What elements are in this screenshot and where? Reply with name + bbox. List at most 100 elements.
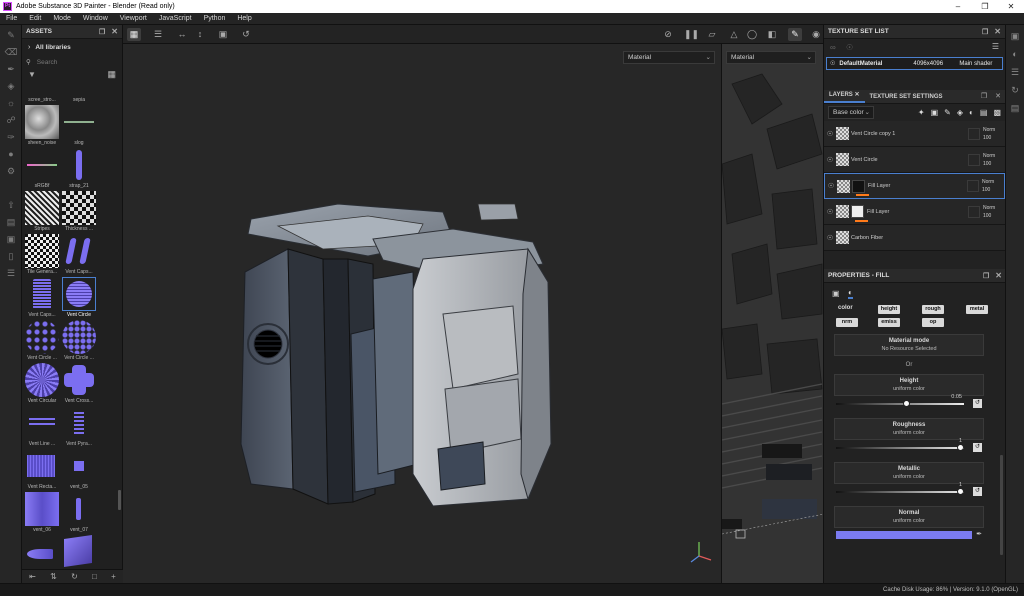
float-icon[interactable]: ❐ [982,28,988,36]
asset-thumb[interactable] [62,148,96,182]
material-mode-box[interactable]: Material mode No Resource Selected [834,334,984,356]
reset-icon[interactable]: ↺ [973,399,982,408]
cube-icon[interactable]: △ [727,28,741,41]
layers-icon[interactable]: ☰ [1008,65,1022,79]
document-icon[interactable]: ▯ [3,249,19,263]
shader-settings-icon[interactable]: ▣ [3,232,19,246]
add-paint-layer-icon[interactable]: ✎ [944,108,951,117]
history-icon[interactable]: ↺ [239,28,253,41]
channel-op[interactable]: op [922,318,944,327]
material-tab-icon[interactable]: ▣ [832,289,840,298]
camera-mode-icon[interactable]: ◯ [745,28,759,41]
slider-knob[interactable] [957,488,964,495]
asset-thumb[interactable] [25,449,59,483]
eye-icon[interactable]: ☉ [824,208,836,216]
new-folder-icon[interactable]: □ [92,572,97,581]
channel-metal[interactable]: metal [966,305,988,314]
channel-dropdown[interactable]: Base color ⌄ [828,106,874,119]
search-input[interactable]: Search [37,59,58,66]
metallic-slider[interactable]: 1 ↺ [834,482,984,498]
pause-icon[interactable]: ❚❚ [684,28,699,41]
display-settings-icon[interactable]: ▤ [3,215,19,229]
asset-thumb[interactable] [62,406,96,440]
mask-slot[interactable] [968,205,980,218]
channel-rough[interactable]: rough [922,305,944,314]
menu-javascript[interactable]: JavaScript [153,15,198,22]
link-icon[interactable]: ∞ [830,43,836,52]
display-icon[interactable]: ▤ [1008,101,1022,115]
menu-viewport[interactable]: Viewport [114,15,153,22]
import-icon[interactable]: ⇤ [29,572,36,581]
close-icon[interactable]: ✕ [998,0,1024,13]
close-panel-icon[interactable]: ✕ [991,92,1005,103]
menu-window[interactable]: Window [77,15,114,22]
asset-thumb-selected[interactable] [62,277,96,311]
float-icon[interactable]: ❐ [99,28,105,36]
mirror-y-icon[interactable]: ↕ [193,28,207,41]
filter-icon[interactable]: ▼ [28,70,36,79]
tab-texture-set-settings[interactable]: TEXTURE SET SETTINGS [865,94,948,103]
channel-emiss[interactable]: emiss [878,318,900,327]
float-icon[interactable]: ❐ [983,272,989,280]
bake-icon[interactable]: ⚙ [3,164,19,178]
asset-thumb[interactable] [62,320,96,354]
eye-icon[interactable]: ☉ [830,60,835,67]
refresh-icon[interactable]: ↻ [71,572,78,581]
assets-search[interactable]: ⚲ Search [26,55,118,69]
asset-thumb[interactable] [62,234,96,268]
height-box[interactable]: Height uniform color [834,374,984,396]
blend-control[interactable]: Norm 100 [982,178,1004,194]
eye-icon[interactable]: ☉ [825,182,837,190]
asset-thumb[interactable] [25,406,59,440]
close-tab-icon[interactable]: ✕ [854,92,859,98]
grid-view-icon[interactable]: ▦ [107,69,116,80]
asset-thumb[interactable] [25,363,59,397]
material-picker-icon[interactable]: ● [3,147,19,161]
properties-scrollbar[interactable] [1000,455,1003,555]
eye-icon[interactable]: ☉ [824,130,836,138]
mirror-x-icon[interactable]: ↔ [175,28,189,41]
menu-help[interactable]: Help [231,15,257,22]
asset-thumb[interactable] [62,363,96,397]
layers-stack-icon[interactable]: ☰ [3,266,19,280]
menu-mode[interactable]: Mode [47,15,77,22]
channel-nrm[interactable]: nrm [836,318,858,327]
export-icon[interactable]: ⇧ [3,198,19,212]
asset-thumb[interactable] [25,234,59,268]
metallic-box[interactable]: Metallic uniform color [834,462,984,484]
history-icon[interactable]: ↻ [1008,83,1022,97]
menu-edit[interactable]: Edit [23,15,47,22]
asset-thumb[interactable] [25,191,59,225]
color-picker-icon[interactable]: ✑ [3,130,19,144]
asset-thumb[interactable] [25,148,59,182]
eye-icon[interactable]: ☉ [824,234,836,242]
fit-view-icon[interactable]: ▣ [216,28,230,41]
add-smart-material-icon[interactable]: ◐ [969,108,974,117]
sort-icon[interactable]: ⇅ [50,572,57,581]
slider-knob[interactable] [902,400,910,407]
projection-icon[interactable]: ✒ [3,62,19,76]
minimize-icon[interactable]: – [945,0,971,13]
eyedropper-icon[interactable]: ✒ [976,530,982,538]
reset-icon[interactable]: ↺ [973,487,982,496]
roughness-slider[interactable]: 1 ↺ [834,438,984,454]
geometry-mask-icon[interactable]: ◈ [3,79,19,93]
asset-thumb[interactable] [25,320,59,354]
close-panel-icon[interactable]: ✕ [111,27,118,36]
menu-file[interactable]: File [0,15,23,22]
shader-icon[interactable]: ◐ [1008,47,1022,61]
blend-control[interactable]: Norm 100 [983,204,1005,220]
blend-control[interactable]: Norm 100 [983,126,1005,142]
fill-tab-icon[interactable]: ◐ [848,288,853,299]
assets-scrollbar[interactable] [118,490,121,510]
mask-slot[interactable] [967,180,979,192]
reset-icon[interactable]: ↺ [973,443,982,452]
visibility-icon[interactable]: ☉ [846,43,853,52]
asset-thumb[interactable] [25,492,59,526]
mask-slot[interactable] [968,153,980,166]
layer-row[interactable]: ☉ Fill Layer Norm 100 [824,199,1005,225]
texture-set-row[interactable]: ☉ DefaultMaterial 4096x4096 Main shader [826,57,1003,70]
texture-set-icon[interactable]: ▣ [1008,29,1022,43]
asset-thumb[interactable] [62,449,96,483]
screenshot-icon[interactable]: ◉ [809,28,823,41]
